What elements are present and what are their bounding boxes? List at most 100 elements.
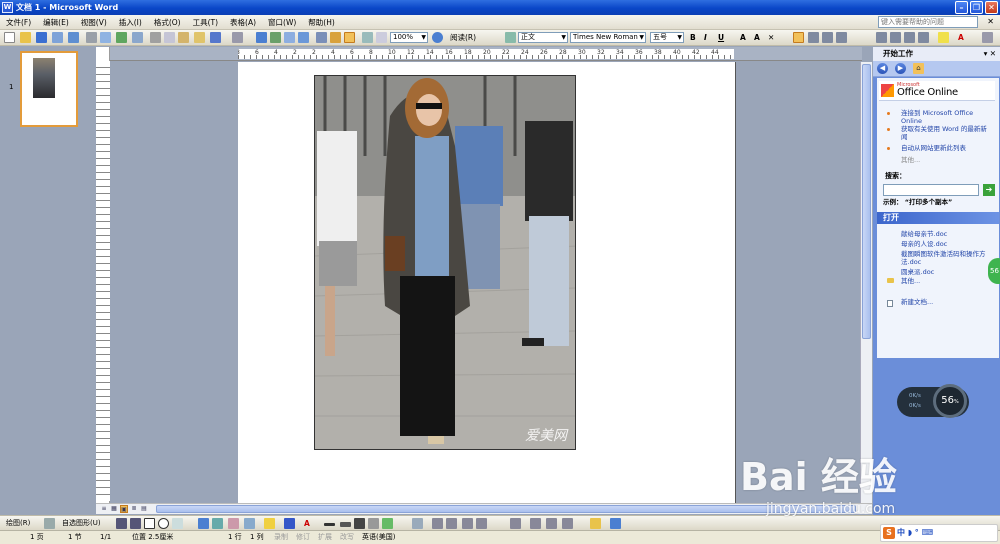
- set-transparent-icon[interactable]: [546, 518, 557, 529]
- status-extend[interactable]: 扩展: [318, 531, 332, 544]
- clipart-icon[interactable]: [228, 518, 239, 529]
- numbering-icon[interactable]: [876, 32, 887, 43]
- draw-more-icon[interactable]: [610, 518, 621, 529]
- zoom-select[interactable]: 100% ▼: [390, 32, 428, 43]
- vertical-ruler[interactable]: [96, 47, 110, 503]
- shadow-style-icon[interactable]: [368, 518, 379, 529]
- contrast-icon[interactable]: [432, 518, 443, 529]
- menu-edit[interactable]: 编辑(E): [37, 17, 75, 28]
- select-objects-icon[interactable]: [44, 518, 55, 529]
- reset-picture-icon[interactable]: [562, 518, 573, 529]
- menu-file[interactable]: 文件(F): [0, 17, 37, 28]
- oval-icon[interactable]: [158, 518, 169, 529]
- menu-tools[interactable]: 工具(T): [187, 17, 224, 28]
- copy-icon[interactable]: [164, 32, 175, 43]
- scroll-thumb[interactable]: [862, 64, 871, 339]
- home-icon[interactable]: ⌂: [913, 63, 924, 74]
- search-go-icon[interactable]: ➔: [983, 184, 995, 196]
- link-connect-online[interactable]: 连接到 Microsoft Office Online: [901, 109, 993, 125]
- increase-indent-icon[interactable]: [918, 32, 929, 43]
- bold-button[interactable]: B: [690, 32, 696, 43]
- menu-view[interactable]: 视图(V): [75, 17, 113, 28]
- columns-icon[interactable]: [316, 32, 327, 43]
- draw-font-color-button[interactable]: A: [304, 518, 310, 529]
- align-left-icon[interactable]: [793, 32, 804, 43]
- normal-view-icon[interactable]: ≡: [100, 505, 108, 513]
- more-buttons-icon[interactable]: [982, 32, 993, 43]
- menu-table[interactable]: 表格(A): [224, 17, 262, 28]
- format-painter-icon[interactable]: [194, 32, 205, 43]
- help-icon[interactable]: [432, 32, 443, 43]
- paste-icon[interactable]: [178, 32, 189, 43]
- rotate-icon[interactable]: [476, 518, 487, 529]
- decrease-indent-icon[interactable]: [904, 32, 915, 43]
- save-icon[interactable]: [36, 32, 47, 43]
- draw-menu[interactable]: 绘图(R): [6, 518, 30, 529]
- text-wrap-icon[interactable]: [510, 518, 521, 529]
- restore-button[interactable]: ❐: [970, 1, 983, 14]
- web-view-icon[interactable]: ▦: [110, 505, 118, 513]
- horizontal-ruler[interactable]: 8642246810121416182022242628303234363840…: [110, 47, 862, 61]
- fill-color-icon[interactable]: [264, 518, 275, 529]
- research-icon[interactable]: [132, 32, 143, 43]
- close-button[interactable]: ✕: [985, 1, 998, 14]
- highlight-icon[interactable]: [938, 32, 949, 43]
- help-search-input[interactable]: 键入需要帮助的问题: [878, 16, 978, 28]
- rectangle-icon[interactable]: [144, 518, 155, 529]
- read-mode-button[interactable]: 阅读(R): [450, 32, 476, 43]
- text-box-icon[interactable]: [172, 518, 183, 529]
- insert-excel-icon[interactable]: [298, 32, 309, 43]
- page-thumbnail[interactable]: [20, 51, 78, 127]
- open-more-link[interactable]: 其他...: [901, 277, 920, 285]
- dash-style-icon[interactable]: [340, 522, 351, 527]
- format-picture-icon[interactable]: [530, 518, 541, 529]
- redo-icon[interactable]: [232, 32, 243, 43]
- drawing-icon[interactable]: [330, 32, 341, 43]
- line-icon[interactable]: [116, 518, 127, 529]
- ime-tray[interactable]: S 中 ◗ ° ⌨: [880, 524, 998, 542]
- wordart-icon[interactable]: [198, 518, 209, 529]
- link-latest-news[interactable]: 获取有关使用 Word 的最新新闻: [901, 125, 993, 141]
- email-icon[interactable]: [68, 32, 79, 43]
- brightness-icon[interactable]: [446, 518, 457, 529]
- floating-speed-badge[interactable]: 56: [988, 258, 1000, 284]
- new-doc-icon[interactable]: [4, 32, 15, 43]
- undo-icon[interactable]: [210, 32, 221, 43]
- 3d-style-icon[interactable]: [382, 518, 393, 529]
- open-folder-icon[interactable]: [20, 32, 31, 43]
- hyperlink-icon[interactable]: [256, 32, 267, 43]
- document-page[interactable]: 爱美网: [238, 62, 735, 503]
- arrow-icon[interactable]: [130, 518, 141, 529]
- document-map-icon[interactable]: [344, 32, 355, 43]
- status-overtype[interactable]: 改写: [340, 531, 354, 544]
- print-icon[interactable]: [86, 32, 97, 43]
- network-speed-widget[interactable]: 0K/s 0K/s 56%: [897, 384, 969, 418]
- status-track[interactable]: 修订: [296, 531, 310, 544]
- pen-icon[interactable]: [590, 518, 601, 529]
- permission-icon[interactable]: [52, 32, 63, 43]
- justify-icon[interactable]: [836, 32, 847, 43]
- new-document-link[interactable]: 新建文档...: [901, 298, 933, 306]
- font-select[interactable]: Times New Roman ▼: [570, 32, 646, 43]
- font-color-button[interactable]: A: [958, 32, 964, 43]
- line-style-icon[interactable]: [324, 523, 335, 526]
- link-online-more[interactable]: 其他...: [901, 156, 920, 164]
- ink-icon[interactable]: [376, 32, 387, 43]
- print-preview-icon[interactable]: [100, 32, 111, 43]
- line-color-icon[interactable]: [284, 518, 295, 529]
- recent-file-1[interactable]: 献给母亲节.doc: [901, 230, 947, 238]
- diagram-icon[interactable]: [212, 518, 223, 529]
- menu-help[interactable]: 帮助(H): [302, 17, 341, 28]
- char-scale-button[interactable]: ✕: [768, 32, 774, 43]
- word-app-icon[interactable]: W: [2, 2, 13, 13]
- recent-file-2[interactable]: 母亲的人设.doc: [901, 240, 947, 248]
- font-size-select[interactable]: 五号 ▼: [650, 32, 684, 43]
- picture-icon[interactable]: [244, 518, 255, 529]
- underline-button[interactable]: U: [718, 32, 724, 43]
- bullets-icon[interactable]: [890, 32, 901, 43]
- styles-pane-icon[interactable]: [505, 32, 516, 43]
- char-shading-button[interactable]: A: [754, 32, 760, 43]
- cut-icon[interactable]: [150, 32, 161, 43]
- back-icon[interactable]: ◀: [877, 63, 888, 74]
- link-auto-update[interactable]: 自动从网站更新此列表: [901, 144, 993, 152]
